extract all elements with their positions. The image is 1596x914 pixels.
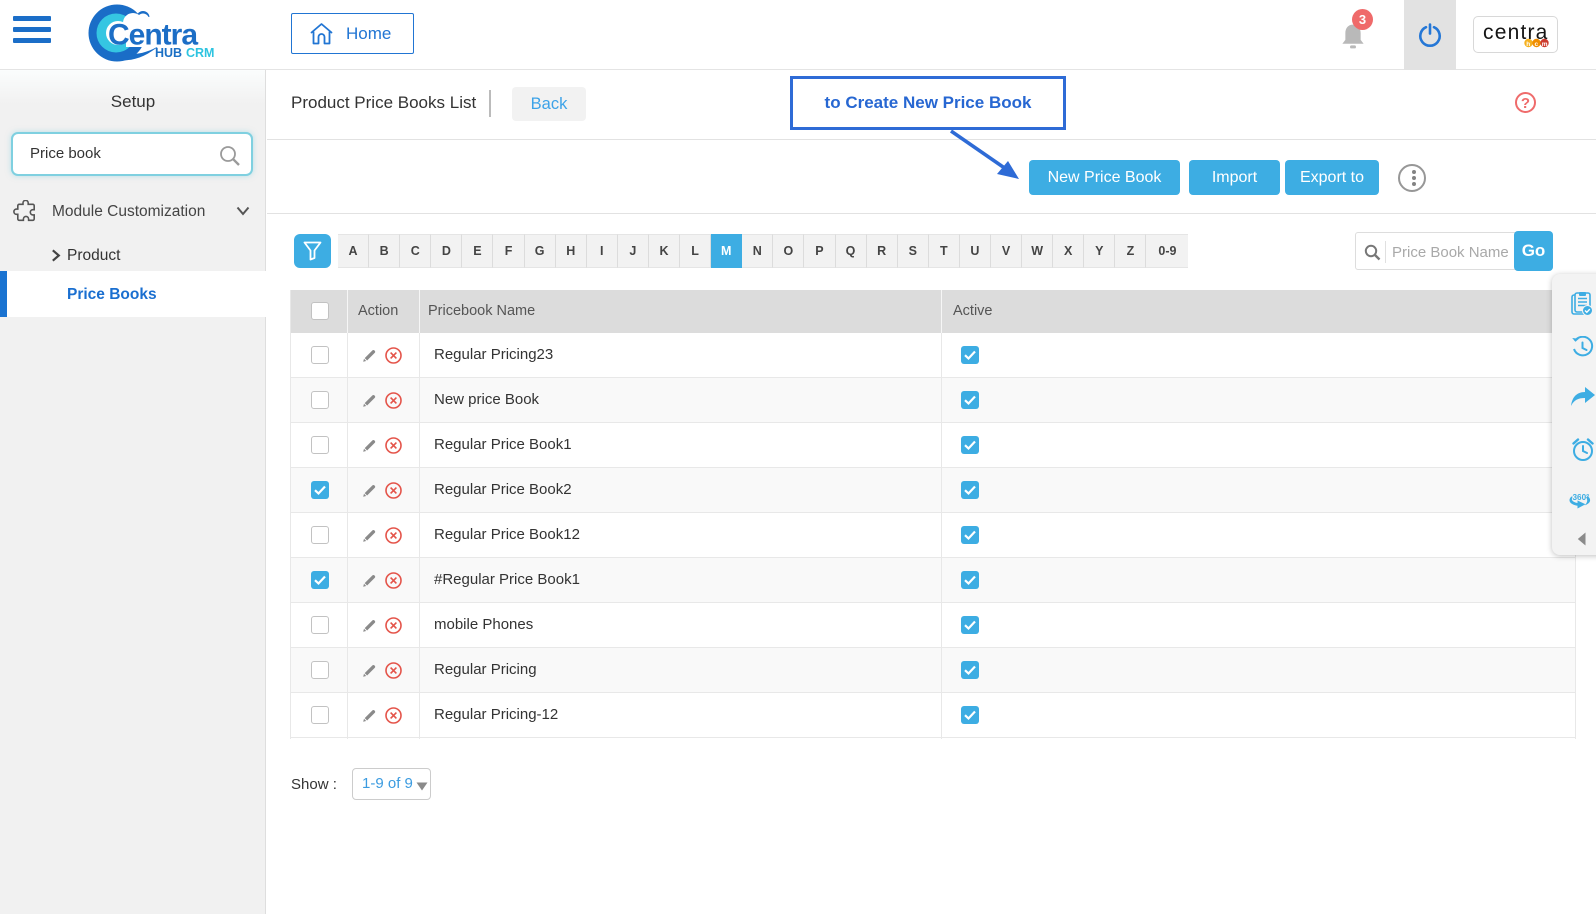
- svg-text:HUB: HUB: [155, 46, 182, 60]
- svg-text:c: c: [1535, 41, 1539, 48]
- svg-text:m: m: [1542, 41, 1548, 48]
- svg-text:CRM: CRM: [186, 46, 214, 60]
- svg-text:Centra: Centra: [108, 19, 198, 52]
- svg-text:h: h: [1526, 41, 1530, 48]
